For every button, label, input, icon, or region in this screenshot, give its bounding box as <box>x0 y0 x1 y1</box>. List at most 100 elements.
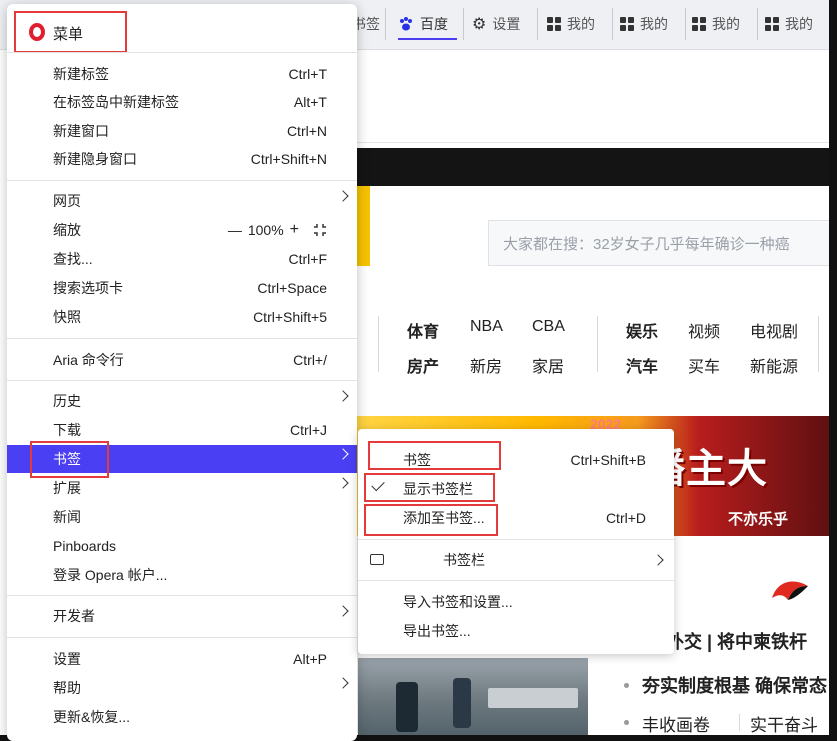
menu-item-aria[interactable]: Aria 命令行 Ctrl+/ <box>7 346 357 374</box>
menu-separator <box>7 338 357 339</box>
chevron-right-icon <box>337 448 349 460</box>
highlight-box <box>30 441 109 478</box>
menu-item-label: Pinboards <box>53 538 117 554</box>
menu-item-label: Aria 命令行 <box>53 352 124 368</box>
grid-icon <box>547 17 561 31</box>
menu-separator <box>7 52 357 53</box>
submenu-item-label: 导出书签... <box>403 623 471 639</box>
news-bullet <box>624 720 629 725</box>
menu-item-label: 搜索选项卡 <box>53 280 123 296</box>
page-search-box[interactable]: 大家都在搜：32岁女子几乎每年确诊一种癌 <box>488 220 837 266</box>
menu-separator <box>7 380 357 381</box>
tab-my-2[interactable]: 我的 <box>620 8 686 40</box>
nav-link-cba[interactable]: CBA <box>532 318 565 336</box>
menu-item-label: 扩展 <box>53 480 81 496</box>
zoom-control: — 100% + <box>228 221 327 239</box>
menu-item-news[interactable]: 新闻 <box>7 503 357 531</box>
menu-item-new-tab[interactable]: 新建标签 Ctrl+T <box>7 60 357 88</box>
menu-item-private-window[interactable]: 新建隐身窗口 Ctrl+Shift+N <box>7 145 357 173</box>
tab-my-3[interactable]: 我的 <box>692 8 758 40</box>
submenu-item-shortcut: Ctrl+D <box>605 510 646 526</box>
menu-item-find[interactable]: 查找... Ctrl+F <box>7 245 357 273</box>
zoom-in-button[interactable]: + <box>290 221 299 239</box>
submenu-item-label: 导入书签和设置... <box>403 594 513 610</box>
menu-item-history[interactable]: 历史 <box>7 387 357 415</box>
menu-item-downloads[interactable]: 下载 Ctrl+J <box>7 416 357 444</box>
menu-item-label: 下载 <box>53 422 81 438</box>
menu-item-extensions[interactable]: 扩展 <box>7 474 357 502</box>
menu-item-search-tabs[interactable]: 搜索选项卡 Ctrl+Space <box>7 274 357 302</box>
menu-item-settings[interactable]: 设置 Alt+P <box>7 645 357 673</box>
active-tab-indicator <box>398 38 457 40</box>
menu-item-developer[interactable]: 开发者 <box>7 602 357 630</box>
menu-item-update-recovery[interactable]: 更新&恢复... <box>7 703 357 731</box>
nav-link-sports[interactable]: 体育 <box>407 318 439 342</box>
menu-item-shortcut: Ctrl+Shift+5 <box>253 309 327 325</box>
menu-item-label: 登录 Opera 帐户... <box>53 567 168 583</box>
news-headline[interactable]: 夯实制度根基 确保常态 <box>642 672 827 698</box>
chevron-right-icon <box>337 677 349 689</box>
nav-link-video[interactable]: 视频 <box>688 318 720 342</box>
highlight-box <box>368 441 501 470</box>
news-link[interactable]: 丰收画卷 <box>642 711 710 736</box>
menu-item-zoom: 缩放 — 100% + <box>7 216 357 244</box>
highlight-box <box>364 504 498 536</box>
menu-item-label: 新建标签 <box>53 66 109 82</box>
nav-divider <box>818 316 819 372</box>
folder-icon <box>370 554 384 565</box>
menu-item-label: 历史 <box>53 393 81 409</box>
fox-logo-icon <box>772 581 808 600</box>
tab-baidu[interactable]: 百度 <box>398 8 464 40</box>
menu-item-shortcut: Ctrl+Space <box>257 280 327 296</box>
menu-item-label: 设置 <box>53 651 81 667</box>
submenu-item-export[interactable]: 导出书签... <box>358 617 674 645</box>
tab-bookmarks[interactable]: 书签 <box>352 8 386 40</box>
submenu-item-shortcut: Ctrl+Shift+B <box>570 452 646 468</box>
menu-item-new-window[interactable]: 新建窗口 Ctrl+N <box>7 117 357 145</box>
menu-item-label: 缩放 <box>53 222 81 238</box>
tab-my-1[interactable]: 我的 <box>547 8 613 40</box>
nav-link-buycar[interactable]: 买车 <box>688 353 720 377</box>
fullscreen-icon[interactable] <box>313 223 327 237</box>
menu-item-page[interactable]: 网页 <box>7 187 357 215</box>
menu-item-label: 开发者 <box>53 608 95 624</box>
news-link[interactable]: 实干奋斗 <box>750 711 818 736</box>
submenu-separator <box>358 539 674 540</box>
menu-item-shortcut: Ctrl+T <box>288 66 328 82</box>
tab-my-4[interactable]: 我的 <box>765 8 829 40</box>
menu-item-pinboards[interactable]: Pinboards <box>7 532 357 560</box>
news-photo[interactable] <box>358 658 588 741</box>
nav-link-nba[interactable]: NBA <box>470 318 503 336</box>
nav-link-home[interactable]: 家居 <box>532 353 564 377</box>
logo-accent <box>356 186 370 266</box>
menu-item-label: 快照 <box>53 309 81 325</box>
nav-link-house[interactable]: 房产 <box>407 353 439 377</box>
menu-item-label: 新建隐身窗口 <box>53 151 137 167</box>
window-edge <box>829 0 837 741</box>
nav-link-auto[interactable]: 汽车 <box>626 353 658 377</box>
submenu-item-bookmarks-bar[interactable]: 书签栏 <box>358 546 674 574</box>
zoom-out-button[interactable]: — <box>228 222 242 238</box>
search-hint: 大家都在搜：32岁女子几乎每年确诊一种癌 <box>503 236 790 253</box>
banner-subtitle-2: 不亦乐乎 <box>728 511 789 528</box>
nav-link-tv[interactable]: 电视剧 <box>750 318 798 342</box>
tab-label: 我的 <box>567 16 595 32</box>
menu-item-sign-in[interactable]: 登录 Opera 帐户... <box>7 561 357 589</box>
tab-label: 百度 <box>420 16 448 32</box>
menu-item-help[interactable]: 帮助 <box>7 674 357 702</box>
tab-label: 我的 <box>640 16 668 32</box>
chevron-right-icon <box>337 390 349 402</box>
nav-link-ev[interactable]: 新能源 <box>750 353 798 377</box>
menu-item-new-tab-island[interactable]: 在标签岛中新建标签 Alt+T <box>7 88 357 116</box>
zoom-level: 100% <box>247 222 284 238</box>
nav-link-ent[interactable]: 娱乐 <box>626 318 658 342</box>
nav-link-newhouse[interactable]: 新房 <box>470 353 502 377</box>
tab-label: 我的 <box>712 16 740 32</box>
chevron-right-icon <box>337 190 349 202</box>
menu-item-shortcut: Ctrl+Shift+N <box>250 151 327 167</box>
news-bullet <box>624 683 629 688</box>
menu-item-snapshot[interactable]: 快照 Ctrl+Shift+5 <box>7 303 357 331</box>
news-divider <box>739 714 740 731</box>
tab-settings[interactable]: ⚙ 设置 <box>472 8 538 40</box>
submenu-item-import[interactable]: 导入书签和设置... <box>358 588 674 616</box>
